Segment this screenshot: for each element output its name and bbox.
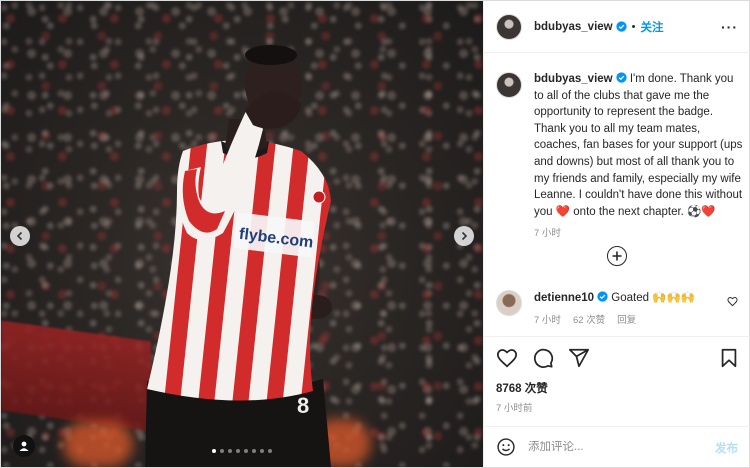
post-comment-button[interactable]: 发布 bbox=[715, 440, 738, 456]
carousel-dot bbox=[236, 449, 240, 453]
carousel-indicator bbox=[212, 449, 272, 453]
caption-text-tail: onto the next chapter. bbox=[570, 205, 688, 218]
caption-avatar[interactable] bbox=[496, 72, 522, 98]
post-header: bdubyas_view • 关注 ··· bbox=[484, 1, 750, 53]
commenter-username[interactable]: detienne10 bbox=[534, 292, 594, 304]
load-more-comments-button[interactable] bbox=[607, 246, 627, 266]
carousel-dot bbox=[220, 449, 224, 453]
comment-meta: 7 小时 62 次赞 回复 bbox=[534, 313, 730, 329]
comment-bubble-icon[interactable] bbox=[532, 347, 554, 369]
action-icons bbox=[496, 347, 590, 369]
smiley-icon[interactable] bbox=[496, 437, 516, 457]
comments-area[interactable]: bdubyas_view I'm done. Thank you to all … bbox=[484, 54, 750, 336]
caption-text: I'm done. Thank you to all of the clubs … bbox=[534, 73, 743, 218]
comment-like-count[interactable]: 62 次赞 bbox=[573, 313, 605, 329]
verified-badge-icon bbox=[597, 291, 608, 302]
author-username[interactable]: bdubyas_view bbox=[534, 21, 613, 33]
post-caption: bdubyas_view I'm done. Thank you to all … bbox=[496, 71, 744, 243]
carousel-dot bbox=[212, 449, 216, 453]
comment-input[interactable] bbox=[528, 441, 708, 453]
shorts-number: 8 bbox=[297, 393, 309, 418]
footballer-figure: 8 flybe.com bbox=[145, 45, 332, 467]
caption-username[interactable]: bdubyas_view bbox=[534, 73, 613, 85]
carousel-dot bbox=[228, 449, 232, 453]
verified-badge-icon bbox=[615, 21, 627, 32]
carousel-dot bbox=[244, 449, 248, 453]
heart-icon[interactable] bbox=[727, 296, 738, 307]
carousel-dot bbox=[260, 449, 264, 453]
post-actions: 8768 次赞 7 小时前 bbox=[484, 336, 750, 432]
verified-badge-icon bbox=[615, 72, 627, 83]
commenter-avatar[interactable] bbox=[496, 290, 522, 316]
author-avatar[interactable] bbox=[496, 13, 522, 40]
comment-text: Goated bbox=[611, 292, 653, 304]
follow-button[interactable]: 关注 bbox=[640, 19, 663, 35]
carousel-prev-button[interactable] bbox=[10, 226, 30, 246]
like-count[interactable]: 8768 次赞 bbox=[496, 380, 548, 396]
tagged-users-button[interactable] bbox=[13, 435, 35, 457]
comment-time: 7 小时 bbox=[534, 315, 561, 326]
bookmark-icon[interactable] bbox=[718, 347, 740, 369]
caption-end-emoji: ⚽❤️ bbox=[687, 205, 716, 218]
caption-time: 7 小时 bbox=[534, 228, 561, 240]
header-separator: • bbox=[631, 20, 636, 33]
chevron-left-icon bbox=[16, 231, 23, 241]
heart-icon[interactable] bbox=[496, 347, 518, 369]
carousel-dot bbox=[268, 449, 272, 453]
user-tag-icon bbox=[19, 441, 29, 451]
post-timestamp: 7 小时前 bbox=[496, 403, 533, 414]
comment-item: detienne10 Goated 🙌🙌🙌 7 小时 62 次赞 回复 bbox=[496, 290, 744, 329]
comment-emoji: 🙌🙌🙌 bbox=[652, 292, 696, 304]
carousel-dot bbox=[252, 449, 256, 453]
post-side-panel: bdubyas_view • 关注 ··· bdubyas_view I'm d… bbox=[483, 1, 750, 467]
comment-body: detienne10 Goated 🙌🙌🙌 7 小时 62 次赞 回复 bbox=[534, 290, 730, 329]
red-heart-emoji: ❤️ bbox=[555, 205, 571, 218]
add-comment-bar: 发布 bbox=[484, 426, 750, 467]
chevron-right-icon bbox=[461, 231, 468, 241]
more-options-icon[interactable]: ··· bbox=[721, 19, 738, 35]
post-photo: 8 flybe.com bbox=[1, 1, 483, 467]
carousel-next-button[interactable] bbox=[454, 226, 474, 246]
reply-button[interactable]: 回复 bbox=[617, 313, 636, 329]
paper-plane-icon[interactable] bbox=[568, 347, 590, 369]
plus-circle-icon bbox=[612, 251, 622, 261]
caption-body: bdubyas_view I'm done. Thank you to all … bbox=[534, 71, 744, 243]
